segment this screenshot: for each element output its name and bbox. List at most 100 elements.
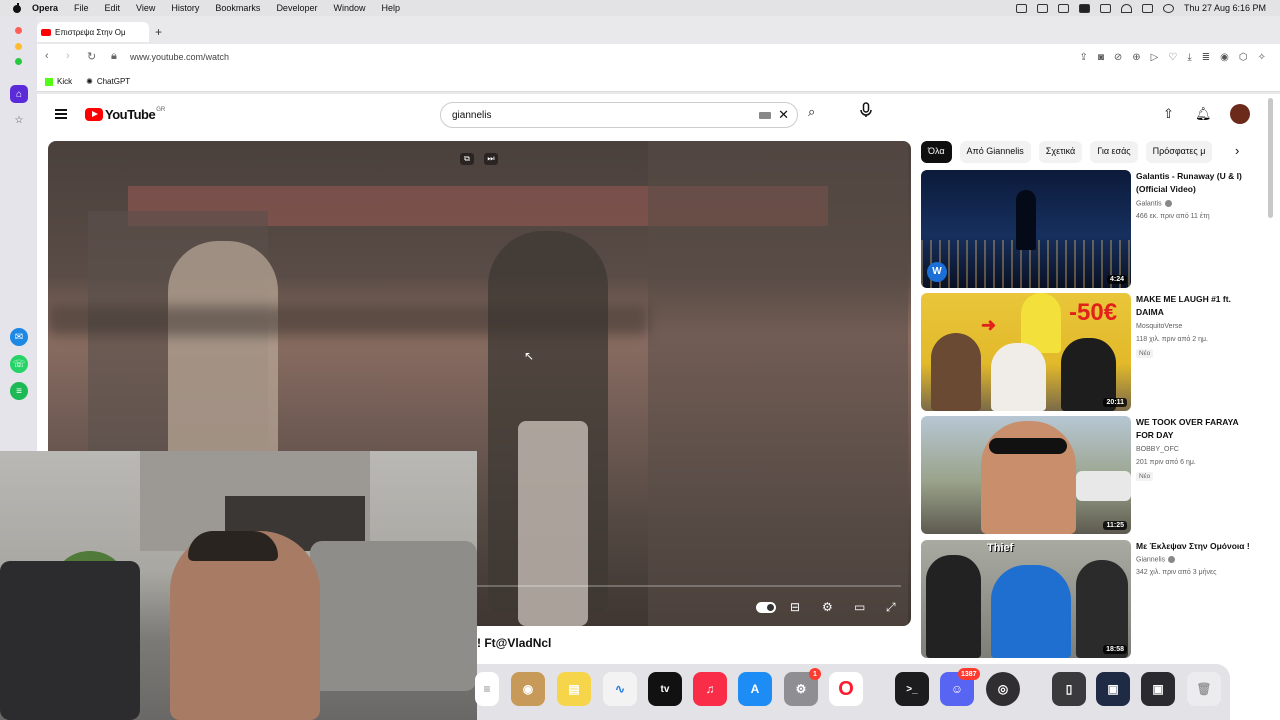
fullscreen-icon[interactable]: ⤢: [886, 600, 896, 615]
play-icon[interactable]: ▷: [1151, 52, 1159, 63]
adblock-icon[interactable]: ⊘: [1114, 52, 1122, 63]
apple-tv-icon[interactable]: tv: [648, 672, 682, 706]
new-tab-button[interactable]: +: [155, 25, 162, 39]
skip-next-icon[interactable]: ⏭: [484, 153, 498, 165]
video-thumbnail[interactable]: W 4:24: [921, 170, 1131, 288]
apple-icon[interactable]: [12, 3, 22, 13]
channel-name[interactable]: Galantis: [1136, 200, 1172, 207]
heart-icon[interactable]: ♡: [1168, 52, 1177, 63]
channel-name[interactable]: BOBBY_OFC: [1136, 446, 1179, 453]
music-icon[interactable]: ♫: [693, 672, 727, 706]
download-icon[interactable]: ⤓: [1187, 52, 1191, 63]
notes-list-icon[interactable]: ≡: [475, 672, 499, 706]
keyboard-icon[interactable]: [759, 112, 771, 119]
menu-help[interactable]: Help: [381, 3, 400, 13]
video-thumbnail[interactable]: -50€ ➜ 20:11: [921, 293, 1131, 411]
back-icon[interactable]: ‹: [45, 50, 49, 62]
notifications-icon[interactable]: 🔔︎: [1195, 106, 1212, 122]
video-title[interactable]: MAKE ME LAUGH #1 ft. DAIMA: [1136, 293, 1251, 319]
chip-all[interactable]: Όλα: [921, 141, 952, 163]
recommended-video[interactable]: Thief 18:58 Με Έκλεψαν Στην Ομόνοια ! Gi…: [921, 540, 1251, 658]
search-input[interactable]: giannelis ✕: [440, 102, 798, 128]
url-field[interactable]: www.youtube.com/watch: [130, 52, 229, 62]
bookmark-list-icon[interactable]: ≣: [1202, 52, 1210, 63]
autoplay-toggle[interactable]: [756, 602, 776, 613]
menu-app-name[interactable]: Opera: [32, 3, 58, 13]
theater-mode-icon[interactable]: ▭: [854, 600, 865, 614]
aria-ai-icon[interactable]: ✧: [1258, 52, 1266, 63]
recommended-video[interactable]: 11:25 WE TOOK OVER FARAYA FOR DAY BOBBY_…: [921, 416, 1251, 534]
window-minimize-button[interactable]: [15, 43, 22, 50]
battery-icon[interactable]: [1099, 3, 1111, 13]
page-scrollbar[interactable]: [1268, 98, 1273, 218]
vpn-icon[interactable]: ⊕: [1132, 52, 1140, 63]
search-icon[interactable]: ⌕: [808, 104, 815, 120]
channel-name[interactable]: MosquitoVerse: [1136, 323, 1182, 330]
bookmark-chatgpt[interactable]: ✺ ChatGPT: [86, 77, 130, 86]
profile-icon[interactable]: ◉: [1220, 52, 1229, 63]
freeform-icon[interactable]: ∿: [603, 672, 637, 706]
opera-workspace-icon[interactable]: ⌂: [10, 85, 28, 103]
chip-for-you[interactable]: Για εσάς: [1090, 141, 1138, 163]
menu-bookmarks[interactable]: Bookmarks: [215, 3, 260, 13]
wifi-icon[interactable]: [1120, 3, 1132, 13]
upload-icon[interactable]: ⇧: [1163, 106, 1174, 122]
subtitles-icon[interactable]: ⊟: [790, 600, 800, 614]
control-center-icon[interactable]: [1141, 3, 1153, 13]
reload-icon[interactable]: ↻: [87, 50, 96, 63]
contacts-icon[interactable]: ◉: [511, 672, 545, 706]
menu-window[interactable]: Window: [333, 3, 365, 13]
input-source-icon[interactable]: [1078, 3, 1090, 13]
play-status-icon[interactable]: [1057, 3, 1069, 13]
recommended-video[interactable]: W 4:24 Galantis - Runaway (U & I) (Offic…: [921, 170, 1251, 288]
youtube-logo[interactable]: YouTube GR: [85, 107, 165, 122]
app-store-icon[interactable]: A: [738, 672, 772, 706]
extensions-icon[interactable]: ⬡: [1239, 52, 1248, 63]
minimized-window-icon[interactable]: ▣: [1096, 672, 1130, 706]
forward-icon[interactable]: ›: [66, 50, 70, 62]
chip-from-channel[interactable]: Από Giannelis: [959, 141, 1031, 163]
trash-icon[interactable]: 🗑︎: [1187, 672, 1221, 706]
opera-icon[interactable]: O: [829, 672, 863, 706]
microphone-icon[interactable]: [857, 101, 875, 119]
whatsapp-icon[interactable]: ☏: [10, 355, 28, 373]
menu-developer[interactable]: Developer: [276, 3, 317, 13]
window-close-button[interactable]: [15, 27, 22, 34]
chip-recent[interactable]: Πρόσφατες μ: [1145, 141, 1213, 163]
obs-icon[interactable]: ◎: [986, 672, 1020, 706]
clear-search-icon[interactable]: ✕: [778, 107, 789, 123]
lock-icon[interactable]: 🔒︎: [111, 50, 117, 63]
aria-icon[interactable]: ☆: [10, 111, 28, 129]
share-icon[interactable]: ⇪: [1079, 52, 1087, 63]
bookmark-kick[interactable]: Kick: [45, 77, 72, 86]
notes-icon[interactable]: ▤: [557, 672, 591, 706]
menu-icon[interactable]: [55, 109, 67, 119]
avatar[interactable]: [1230, 104, 1250, 124]
status-icon[interactable]: [1015, 3, 1027, 13]
menubar-clock[interactable]: Thu 27 Aug 6:16 PM: [1184, 3, 1266, 13]
settings-icon[interactable]: ⚙: [822, 600, 833, 614]
video-title[interactable]: Galantis - Runaway (U & I) (Official Vid…: [1136, 170, 1251, 196]
camera-icon[interactable]: ◙: [1098, 52, 1104, 63]
minimized-window-icon[interactable]: ▯: [1052, 672, 1086, 706]
menu-edit[interactable]: Edit: [105, 3, 121, 13]
video-thumbnail[interactable]: Thief 18:58: [921, 540, 1131, 658]
video-thumbnail[interactable]: 11:25: [921, 416, 1131, 534]
chevron-right-icon[interactable]: ›: [1235, 143, 1239, 158]
video-title[interactable]: WE TOOK OVER FARAYA FOR DAY: [1136, 416, 1251, 442]
chip-related[interactable]: Σχετικά: [1038, 141, 1083, 163]
active-tab[interactable]: Επιστρεψα Στην Ομ: [37, 22, 149, 42]
video-title[interactable]: Με Έκλεψαν Στην Ομόνοια !: [1136, 540, 1251, 553]
menu-view[interactable]: View: [136, 3, 155, 13]
screen-record-icon[interactable]: [1036, 3, 1048, 13]
pip-icon[interactable]: ⧉: [460, 153, 474, 165]
channel-name[interactable]: Giannelis: [1136, 556, 1176, 563]
menu-history[interactable]: History: [171, 3, 199, 13]
siri-icon[interactable]: [1162, 3, 1174, 13]
messenger-icon[interactable]: ✉: [10, 328, 28, 346]
spotify-icon[interactable]: ≡: [10, 382, 28, 400]
menu-file[interactable]: File: [74, 3, 89, 13]
recommended-video[interactable]: -50€ ➜ 20:11 MAKE ME LAUGH #1 ft. DAIMA …: [921, 293, 1251, 411]
window-zoom-button[interactable]: [15, 58, 22, 65]
minimized-window-icon[interactable]: ▣: [1141, 672, 1175, 706]
